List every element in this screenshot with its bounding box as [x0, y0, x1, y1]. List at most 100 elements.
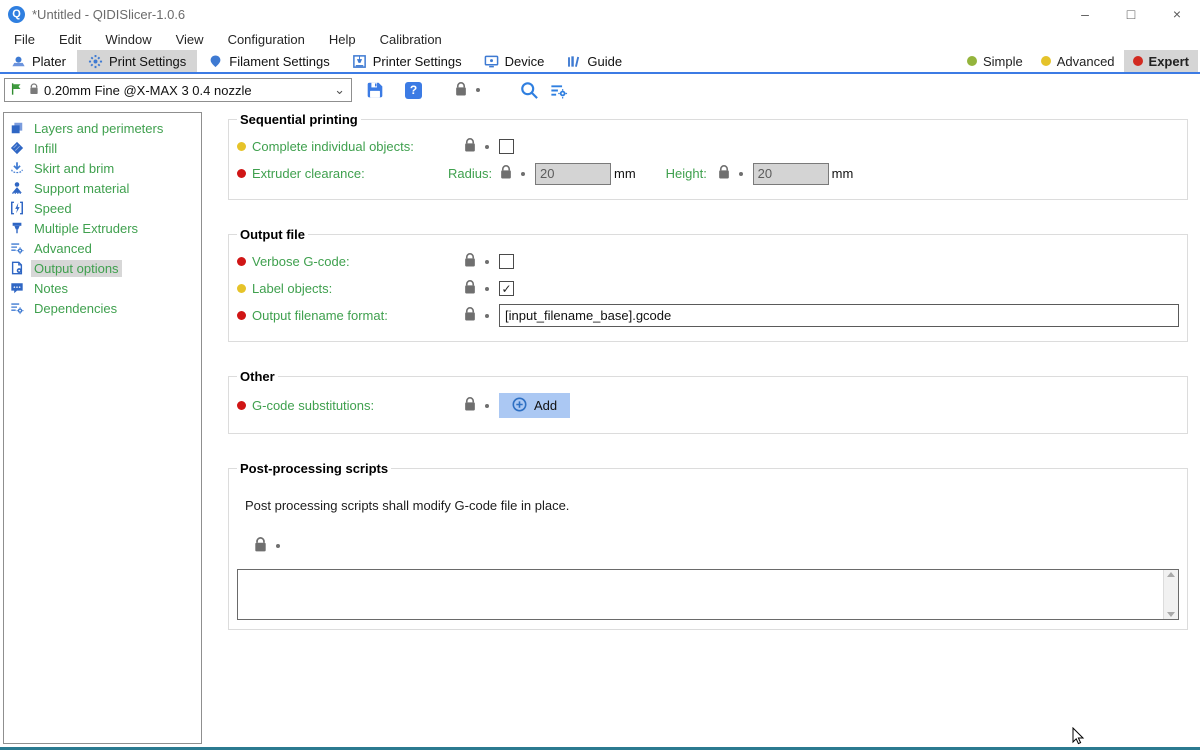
list-gear-icon — [9, 241, 25, 255]
sidebar-item-multiple-extruders[interactable]: Multiple Extruders — [4, 218, 201, 238]
sidebar-item-notes[interactable]: Notes — [4, 278, 201, 298]
lock-icon[interactable] — [500, 165, 512, 182]
mode-expert[interactable]: Expert — [1124, 50, 1198, 72]
bullet-dot-icon — [485, 145, 489, 149]
lock-icon[interactable] — [464, 397, 476, 414]
title-bar: Q *Untitled - QIDISlicer-1.0.6 – □ × — [0, 0, 1200, 28]
layers-icon — [9, 121, 25, 135]
settings-category-sidebar: Layers and perimeters Infill Skirt and b… — [3, 112, 202, 744]
bullet-dot-icon — [276, 544, 280, 548]
filament-icon — [208, 54, 223, 69]
tab-device[interactable]: Device — [473, 50, 556, 72]
lock-icon[interactable] — [254, 537, 267, 555]
verbose-gcode-checkbox[interactable] — [499, 254, 514, 269]
output-filename-format-input[interactable] — [499, 304, 1179, 327]
bullet-dot-icon — [521, 172, 525, 176]
tab-plater[interactable]: Plater — [0, 50, 77, 72]
infill-icon — [9, 141, 25, 155]
menu-edit[interactable]: Edit — [47, 32, 93, 47]
radius-input[interactable] — [535, 163, 611, 185]
option-level-dot-icon — [237, 401, 246, 410]
section-title: Other — [237, 369, 278, 384]
option-label: Output filename format: — [252, 308, 388, 323]
sidebar-item-speed[interactable]: Speed — [4, 198, 201, 218]
minimize-button[interactable]: – — [1062, 0, 1108, 28]
menu-view[interactable]: View — [164, 32, 216, 47]
bullet-dot-icon — [485, 404, 489, 408]
option-level-dot-icon — [237, 284, 246, 293]
expert-mode-dot-icon — [1133, 56, 1143, 66]
menu-configuration[interactable]: Configuration — [216, 32, 317, 47]
add-substitution-button[interactable]: Add — [499, 393, 570, 418]
plater-icon — [11, 54, 26, 69]
tab-printer-settings[interactable]: Printer Settings — [341, 50, 473, 72]
option-label: G-code substitutions: — [252, 398, 374, 413]
mode-simple[interactable]: Simple — [958, 50, 1032, 72]
textarea-scrollbar[interactable] — [1163, 570, 1178, 619]
skirt-brim-icon — [9, 161, 25, 175]
section-title: Post-processing scripts — [237, 461, 391, 476]
printer-icon — [352, 54, 367, 69]
tab-guide[interactable]: Guide — [555, 50, 633, 72]
menu-file[interactable]: File — [2, 32, 47, 47]
mode-selector: Simple Advanced Expert — [958, 50, 1200, 72]
lock-icon[interactable] — [464, 307, 476, 324]
speed-icon — [9, 201, 25, 215]
sidebar-item-infill[interactable]: Infill — [4, 138, 201, 158]
sidebar-item-skirt-and-brim[interactable]: Skirt and brim — [4, 158, 201, 178]
scroll-up-icon[interactable] — [1167, 572, 1175, 577]
lock-icon[interactable] — [464, 138, 476, 155]
menu-help[interactable]: Help — [317, 32, 368, 47]
tab-print-settings[interactable]: Print Settings — [77, 50, 197, 72]
section-other: Other G-code substitutions: Add — [228, 369, 1188, 434]
option-level-dot-icon — [237, 257, 246, 266]
bullet-dot-icon — [476, 88, 480, 92]
post-processing-scripts-textarea[interactable] — [237, 569, 1179, 620]
post-processing-note: Post processing scripts shall modify G-c… — [245, 498, 1179, 513]
device-icon — [484, 54, 499, 69]
app-logo-icon: Q — [8, 6, 25, 23]
option-label: Extruder clearance: — [252, 166, 365, 181]
complete-individual-objects-checkbox[interactable] — [499, 139, 514, 154]
option-label: Complete individual objects: — [252, 139, 414, 154]
height-input[interactable] — [753, 163, 829, 185]
section-output-file: Output file Verbose G-code: Label object… — [228, 227, 1188, 342]
preset-flag-icon — [10, 82, 24, 99]
tab-bar: Plater Print Settings Filament Settings … — [0, 50, 1200, 74]
lock-icon[interactable] — [718, 165, 730, 182]
menu-window[interactable]: Window — [93, 32, 163, 47]
lock-icon[interactable] — [464, 253, 476, 270]
sidebar-item-output-options[interactable]: Output options — [4, 258, 201, 278]
compare-settings-button[interactable] — [549, 81, 568, 100]
menu-bar: File Edit Window View Configuration Help… — [0, 28, 1200, 50]
option-level-dot-icon — [237, 311, 246, 320]
scroll-down-icon[interactable] — [1167, 612, 1175, 617]
sidebar-item-support-material[interactable]: Support material — [4, 178, 201, 198]
mode-advanced[interactable]: Advanced — [1032, 50, 1124, 72]
lock-icon[interactable] — [464, 280, 476, 297]
section-title: Sequential printing — [237, 112, 361, 127]
close-button[interactable]: × — [1154, 0, 1200, 28]
height-label: Height: — [666, 166, 718, 181]
window-title: *Untitled - QIDISlicer-1.0.6 — [32, 7, 185, 22]
menu-calibration[interactable]: Calibration — [368, 32, 454, 47]
plus-circle-icon — [512, 397, 527, 415]
preset-lock-indicator[interactable] — [455, 82, 480, 99]
label-objects-checkbox[interactable]: ✓ — [499, 281, 514, 296]
search-button[interactable] — [520, 81, 539, 100]
option-label: Verbose G-code: — [252, 254, 350, 269]
preset-dropdown[interactable]: 0.20mm Fine @X-MAX 3 0.4 nozzle ⌄ — [4, 78, 352, 102]
sidebar-item-layers-and-perimeters[interactable]: Layers and perimeters — [4, 118, 201, 138]
gear-icon — [88, 54, 103, 69]
radius-unit: mm — [614, 166, 636, 181]
sidebar-item-dependencies[interactable]: Dependencies — [4, 298, 201, 318]
radius-label: Radius: — [448, 166, 500, 181]
preset-toolbar: 0.20mm Fine @X-MAX 3 0.4 nozzle ⌄ ? — [0, 74, 1200, 106]
save-preset-button[interactable] — [366, 81, 384, 99]
maximize-button[interactable]: □ — [1108, 0, 1154, 28]
help-button[interactable]: ? — [405, 82, 422, 99]
advanced-mode-dot-icon — [1041, 56, 1051, 66]
tab-filament-settings[interactable]: Filament Settings — [197, 50, 340, 72]
sidebar-item-advanced[interactable]: Advanced — [4, 238, 201, 258]
bullet-dot-icon — [485, 260, 489, 264]
